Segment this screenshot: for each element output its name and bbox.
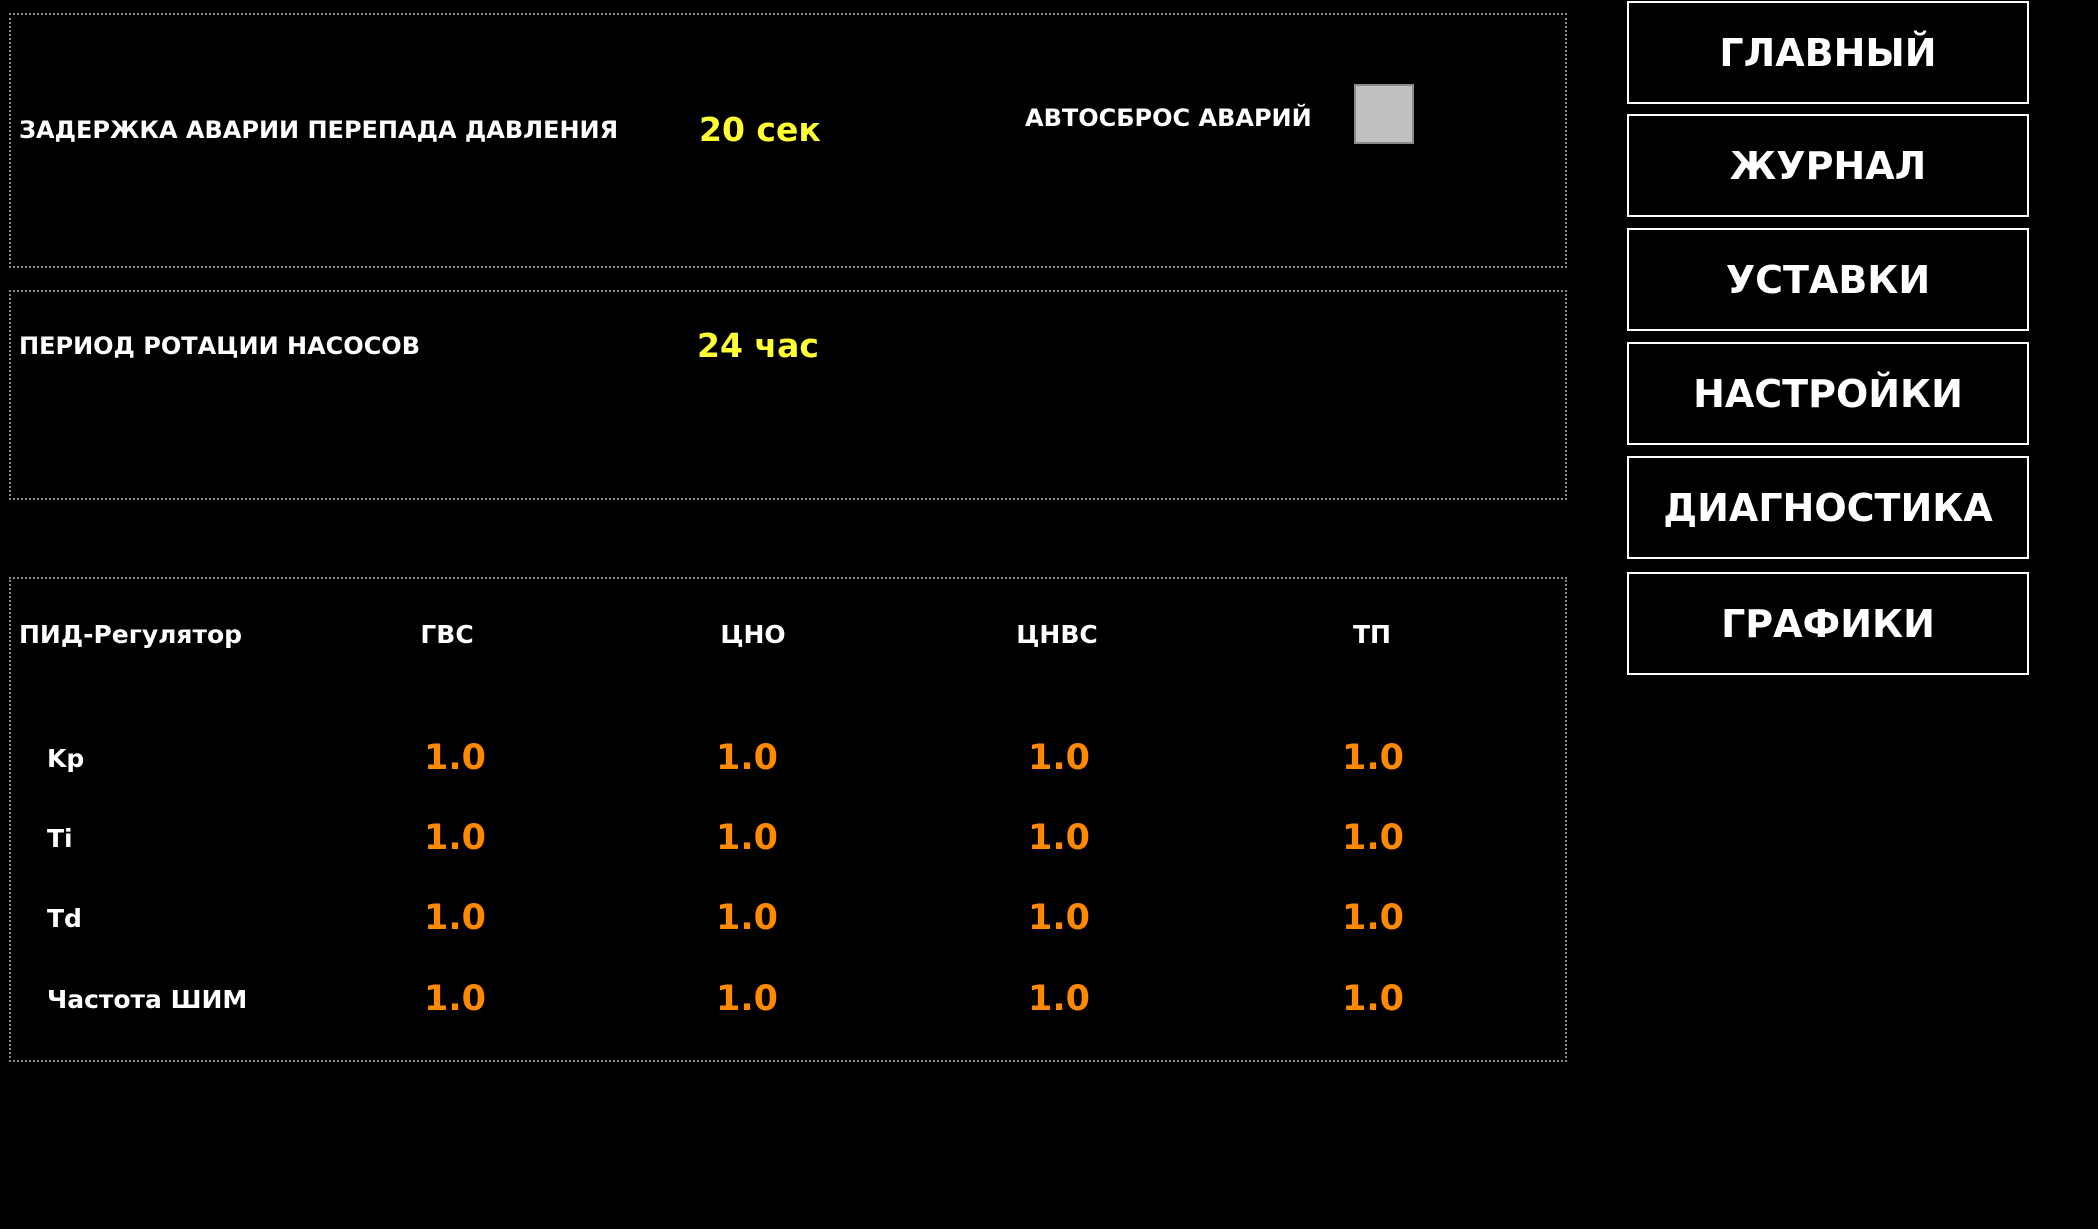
nav-graphs-button[interactable]: ГРАФИКИ (1627, 572, 2029, 675)
pid-value[interactable]: 1.0 (385, 738, 525, 778)
pid-value[interactable]: 1.0 (385, 818, 525, 858)
pid-row-label: Частота ШИМ (47, 985, 248, 1014)
pid-value[interactable]: 1.0 (989, 979, 1129, 1019)
pump-rotation-value[interactable]: 24 час (697, 326, 819, 365)
pid-value[interactable]: 1.0 (677, 738, 817, 778)
pid-value[interactable]: 1.0 (677, 979, 817, 1019)
pid-value[interactable]: 1.0 (989, 738, 1129, 778)
pid-column-header: ЦНО (720, 620, 786, 649)
auto-reset-checkbox[interactable] (1354, 84, 1414, 144)
pump-rotation-panel (9, 290, 1567, 500)
pid-value[interactable]: 1.0 (989, 898, 1129, 938)
pid-column-header: ГВС (420, 620, 474, 649)
nav-journal-button[interactable]: ЖУРНАЛ (1627, 114, 2029, 217)
pid-value[interactable]: 1.0 (989, 818, 1129, 858)
pressure-alarm-delay-label: ЗАДЕРЖКА АВАРИИ ПЕРЕПАДА ДАВЛЕНИЯ (19, 116, 619, 144)
nav-setpoints-button[interactable]: УСТАВКИ (1627, 228, 2029, 331)
pid-column-header: ЦНВС (1016, 620, 1098, 649)
pid-row-label: Ti (47, 824, 73, 853)
pid-value[interactable]: 1.0 (677, 818, 817, 858)
nav-diagnostics-button[interactable]: ДИАГНОСТИКА (1627, 456, 2029, 559)
pid-value[interactable]: 1.0 (1303, 818, 1443, 858)
pid-value[interactable]: 1.0 (677, 898, 817, 938)
pid-value[interactable]: 1.0 (1303, 898, 1443, 938)
nav-main-button[interactable]: ГЛАВНЫЙ (1627, 1, 2029, 104)
pid-row-label: Td (47, 904, 82, 933)
pid-value[interactable]: 1.0 (1303, 738, 1443, 778)
pid-value[interactable]: 1.0 (385, 898, 525, 938)
pid-title: ПИД-Регулятор (19, 620, 243, 649)
nav-settings-button[interactable]: НАСТРОЙКИ (1627, 342, 2029, 445)
pid-value[interactable]: 1.0 (385, 979, 525, 1019)
pressure-alarm-delay-value[interactable]: 20 сек (699, 110, 821, 149)
pid-value[interactable]: 1.0 (1303, 979, 1443, 1019)
auto-reset-label: АВТОСБРОС АВАРИЙ (1025, 104, 1312, 132)
pump-rotation-label: ПЕРИОД РОТАЦИИ НАСОСОВ (19, 332, 421, 360)
pid-column-header: ТП (1353, 620, 1391, 649)
pid-row-label: Kp (47, 744, 85, 773)
